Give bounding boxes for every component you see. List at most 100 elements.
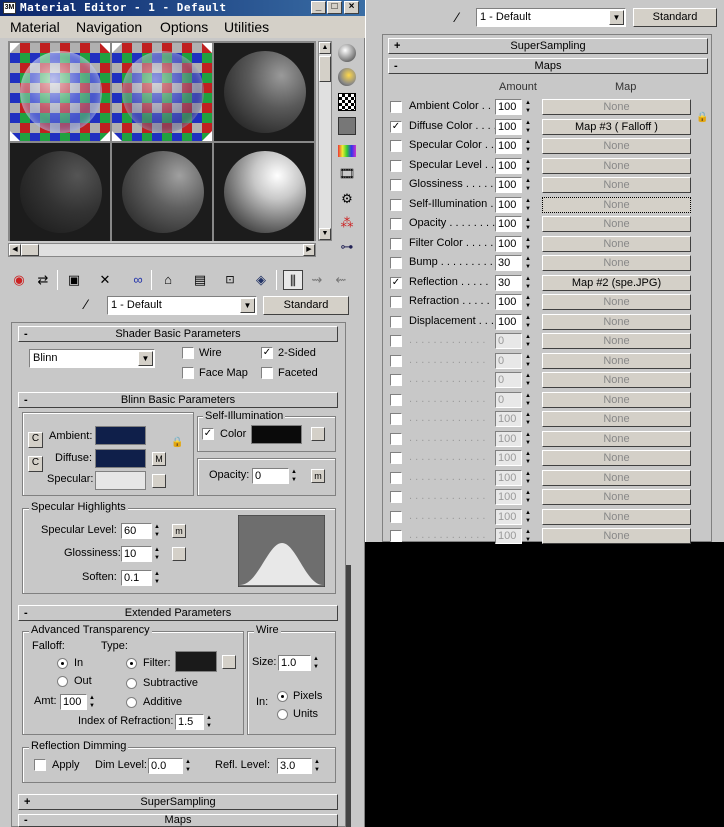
select-by-material-icon[interactable]: ⁂ [338,215,356,233]
map-amount-value[interactable]: 0 [495,372,522,388]
scroll-up-icon[interactable]: ▲ [319,42,331,54]
options-icon[interactable]: ⚙ [338,191,356,209]
map-slot-button[interactable]: None [542,508,691,525]
spinner-arrows-icon[interactable]: ▲ ▼ [523,450,533,466]
map-amount-value[interactable]: 0 [495,391,522,408]
spinner-arrows-icon[interactable]: ▲ ▼ [523,372,533,388]
spinner-arrows-icon[interactable]: ▲ ▼ [87,694,97,710]
glossiness-map-button[interactable] [172,547,186,561]
filter-map-button[interactable] [222,655,236,669]
pick-material-eyedropper-icon[interactable]: ⁄ [456,9,472,25]
spinner-arrows-icon[interactable]: ▲ ▼ [523,509,533,525]
map-slot-button[interactable]: None [542,333,691,349]
map-amount-value[interactable]: 100 [495,196,522,213]
spinner-arrows-icon[interactable]: ▲ ▼ [289,468,299,484]
map-enable-checkbox[interactable] [390,315,402,328]
put-material-to-scene-icon[interactable]: ⇄ [33,270,53,290]
map-enable-checkbox[interactable] [390,393,402,406]
spinner-arrows-icon[interactable]: ▲ ▼ [523,158,533,174]
pick-material-eyedropper-icon[interactable]: ⁄ [85,296,103,314]
map-enable-checkbox[interactable] [390,218,402,230]
map-slot-button[interactable]: None [542,235,691,252]
map-amount-value[interactable]: 100 [495,489,522,505]
map-enable-checkbox[interactable] [390,432,402,445]
slots-vertical-scrollbar[interactable]: ▲ ▼ [318,41,332,241]
map-amount-value[interactable]: 100 [495,508,522,525]
ior-spinner[interactable]: 1.5 ▲ ▼ [175,714,215,730]
map-amount-value[interactable]: 30 [495,255,522,271]
map-slot-button[interactable]: None [542,216,691,232]
put-to-library-icon[interactable]: ⌂ [158,270,178,290]
sample-slot-2[interactable] [112,43,212,141]
spinner-arrows-icon[interactable]: ▲ ▼ [523,431,533,447]
specular-level-map-button[interactable]: m [172,524,186,538]
map-slot-button[interactable]: None [542,391,691,408]
sample-slot-3[interactable] [214,43,314,141]
map-amount-value[interactable]: 100 [495,430,522,447]
sample-type-icon[interactable] [338,44,356,62]
spinner-arrows-icon[interactable]: ▲ ▼ [523,99,533,115]
map-enable-checkbox[interactable] [390,354,402,367]
wire-pixels-radio[interactable] [277,691,288,702]
type-subtractive-radio[interactable] [126,678,137,689]
pick-from-object-icon[interactable]: ⇜ [331,270,351,290]
self-illum-color-swatch[interactable] [251,425,302,444]
spinner-arrows-icon[interactable]: ▲ ▼ [523,333,533,349]
specular-map-button[interactable] [152,474,166,488]
go-forward-sibling-icon[interactable]: ⇝ [307,270,327,290]
map-slot-button[interactable]: None [542,430,691,447]
map-slot-button[interactable]: None [542,352,691,369]
map-amount-value[interactable]: 100 [495,469,522,486]
get-material-icon[interactable]: ◉ [9,270,29,290]
sample-slot-1[interactable] [10,43,110,141]
sample-slot-6[interactable] [214,143,314,241]
refl-level-spinner[interactable]: 3.0 ▲ ▼ [277,758,323,774]
soften-value[interactable]: 0.1 [121,570,152,586]
map-slot-button[interactable]: None [542,255,691,271]
spinner-arrows-icon[interactable]: ▲ ▼ [311,655,321,671]
map-enable-checkbox[interactable] [390,335,402,347]
dim-level-value[interactable]: 0.0 [148,758,183,774]
panel-scrollbar[interactable] [346,565,351,827]
map-slot-button[interactable]: None [542,313,691,330]
map-enable-checkbox[interactable] [390,452,402,464]
menu-material[interactable]: Material [10,19,60,35]
spinner-arrows-icon[interactable]: ▲ ▼ [523,119,533,135]
map-enable-checkbox[interactable]: ✓ [390,276,402,289]
lock-ambient-diffuse-button[interactable]: C [28,432,43,448]
map-amount-value[interactable]: 100 [495,294,522,310]
shader-basic-rollout[interactable]: - Shader Basic Parameters [18,326,338,342]
map-enable-checkbox[interactable] [390,471,402,484]
type-additive-radio[interactable] [126,697,137,708]
spinner-arrows-icon[interactable]: ▲ ▼ [523,392,533,408]
spinner-arrows-icon[interactable]: ▲ ▼ [523,197,533,213]
type-filter-radio[interactable] [126,658,137,669]
dim-level-spinner[interactable]: 0.0 ▲ ▼ [148,758,194,774]
map-amount-value[interactable]: 0 [495,352,522,369]
wire-checkbox[interactable] [182,347,194,359]
wire-size-value[interactable]: 1.0 [278,655,311,671]
make-preview-icon[interactable]: 🎞 [338,166,356,184]
backlight-icon[interactable] [338,68,356,86]
map-amount-value[interactable]: 100 [495,450,522,466]
reset-map-icon[interactable]: ✕ [95,270,115,290]
map-enable-checkbox[interactable] [390,179,402,191]
map-enable-checkbox[interactable] [390,413,402,425]
lock-icon[interactable]: 🔒 [171,437,185,451]
wire-units-radio[interactable] [277,709,288,720]
map-slot-button[interactable]: None [542,372,691,388]
spinner-arrows-icon[interactable]: ▲ ▼ [523,177,533,193]
map-slot-button[interactable]: None [542,450,691,466]
scroll-h-thumb[interactable] [21,244,39,256]
map-enable-checkbox[interactable] [390,237,402,250]
scroll-left-icon[interactable]: ◀ [9,244,21,256]
map-enable-checkbox[interactable] [390,510,402,523]
map-enable-checkbox[interactable] [390,530,402,542]
amount-value[interactable]: 100 [60,694,87,710]
map-slot-button[interactable]: None [542,177,691,193]
go-to-parent-icon[interactable]: ⫼ [283,270,303,290]
spinner-arrows-icon[interactable]: ▲ ▼ [523,353,533,369]
spinner-arrows-icon[interactable]: ▲ ▼ [312,758,322,774]
extended-params-rollout[interactable]: - Extended Parameters [18,605,338,621]
falloff-in-radio[interactable] [57,658,68,669]
